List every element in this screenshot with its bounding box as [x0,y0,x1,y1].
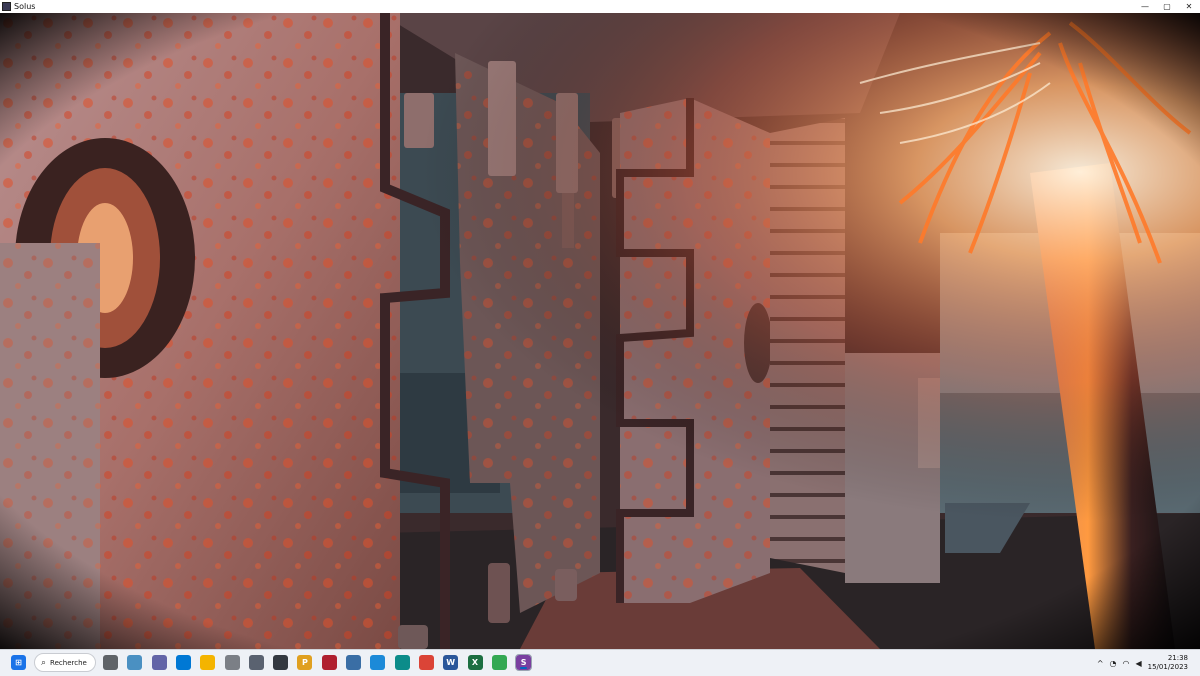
wifi-icon[interactable]: ◠ [1123,659,1130,668]
minimize-button[interactable]: — [1134,0,1156,13]
edge-taskbar-icon[interactable] [394,655,410,670]
app-p-taskbar-icon[interactable]: P [297,655,313,670]
task-view-taskbar-icon[interactable] [103,655,118,670]
chat-taskbar-icon[interactable] [151,655,167,670]
network-icon[interactable]: ◔ [1110,659,1117,668]
search-icon: ⌕ [41,657,47,668]
game-window: Solus — ▢ ✕ ⊞ ⌕ Recherche P W X S ^ ◔ ◠ … [0,0,1200,676]
search-label: Recherche [50,658,87,667]
app-tool-taskbar-icon[interactable] [224,655,240,670]
app-game-taskbar-icon[interactable] [321,655,337,670]
volume-icon[interactable]: ◀ [1135,659,1141,668]
settings-taskbar-icon[interactable] [248,655,264,670]
solus-taskbar-icon[interactable]: S [515,654,533,671]
running-indicator [520,667,528,669]
system-tray: ^ ◔ ◠ ◀ 21:38 15/01/2023 [1097,650,1200,676]
taskbar-search[interactable]: ⌕ Recherche [34,653,96,672]
explorer-taskbar-icon[interactable] [200,655,216,670]
close-button[interactable]: ✕ [1178,0,1200,13]
window-title: Solus [14,2,36,11]
word-taskbar-icon[interactable]: W [443,655,459,670]
game-scene [0,13,1200,649]
app-icon [2,2,11,11]
app-calc-taskbar-icon[interactable] [346,655,361,670]
window-controls: — ▢ ✕ [1134,0,1200,13]
app-photos-taskbar-icon[interactable] [370,655,386,670]
widgets-taskbar-icon[interactable] [127,655,143,670]
tray-chevron-icon[interactable]: ^ [1097,659,1104,668]
start-button[interactable]: ⊞ [11,655,26,670]
clock-date: 15/01/2023 [1147,663,1188,671]
clock[interactable]: 21:38 15/01/2023 [1148,654,1188,672]
clock-time: 21:38 [1167,654,1188,662]
title-bar[interactable]: Solus — ▢ ✕ [0,0,1200,14]
maximize-button[interactable]: ▢ [1156,0,1178,13]
app-bolt-taskbar-icon[interactable] [273,655,289,670]
taskbar: ⊞ ⌕ Recherche P WX S ^ ◔ ◠ ◀ 21:38 15/01/2… [0,649,1200,676]
store-taskbar-icon[interactable] [175,655,191,670]
game-viewport[interactable] [0,13,1200,649]
chrome-alt-taskbar-icon[interactable] [491,655,507,670]
chrome-taskbar-icon[interactable] [418,655,434,670]
excel-taskbar-icon[interactable]: X [467,655,483,670]
